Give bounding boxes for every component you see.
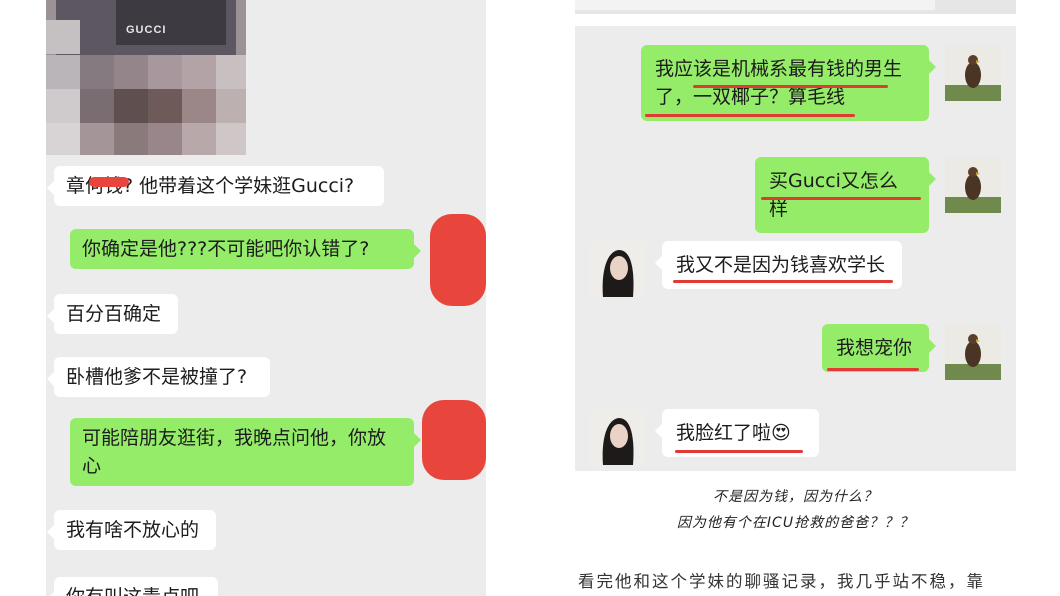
girl-avatar xyxy=(589,409,645,465)
message-outgoing: 买Gucci又怎么样 xyxy=(755,157,936,233)
message-outgoing: 你确定是他???不可能吧你认错了? xyxy=(70,229,421,269)
message-incoming: 卧槽他爹不是被撞了? xyxy=(47,357,270,397)
caption-line-2: 因为他有个在ICU抢救的爸爸？？？ xyxy=(676,515,915,531)
avatar-redacted xyxy=(430,214,486,306)
store-sign: GUCCI xyxy=(126,24,167,36)
right-chat-screenshot: 我应该是机械系最有钱的男生了，一双椰子？算毛线 买Gucci又怎么样 我又不是因 xyxy=(575,26,1016,471)
message-incoming: 我有啥不放心的 xyxy=(47,510,216,550)
annotation-underline xyxy=(645,114,855,117)
message-outgoing: 可能陪朋友逛街，我晚点问他，你放心 xyxy=(70,418,421,486)
annotation-underline xyxy=(761,197,921,200)
caption-line-1: 不是因为钱，因为什么？ xyxy=(713,489,878,505)
eagle-avatar xyxy=(945,157,1001,213)
message-outgoing: 我想宠你 xyxy=(822,324,936,372)
message-outgoing: 我应该是机械系最有钱的男生了，一双椰子？算毛线 xyxy=(641,45,936,121)
message-incoming-partial: 你有叫这青卢吧 xyxy=(47,577,218,596)
avatar-redacted xyxy=(422,400,486,480)
previous-screenshot-edge xyxy=(575,0,1016,14)
message-incoming: 百分百确定 xyxy=(47,294,178,334)
annotation-underline xyxy=(693,85,888,88)
annotation-underline xyxy=(827,368,919,371)
article-paragraph: 看完他和这个学妹的聊骚记录，我几乎站不稳，靠 xyxy=(578,572,985,591)
eagle-avatar xyxy=(945,45,1001,101)
annotation-underline xyxy=(675,450,803,453)
left-chat-screenshot: GUCCI 章何钱? 他带着这个学妹逛Gucci? 你确定是他???不可能吧你认… xyxy=(46,0,486,596)
redaction-mark xyxy=(89,177,129,187)
annotation-underline xyxy=(673,280,893,283)
girl-avatar xyxy=(589,241,645,297)
eagle-avatar xyxy=(945,324,1001,380)
pixelated-photo: GUCCI xyxy=(46,0,246,155)
heart-eyes-emoji: 😍 xyxy=(771,422,791,444)
